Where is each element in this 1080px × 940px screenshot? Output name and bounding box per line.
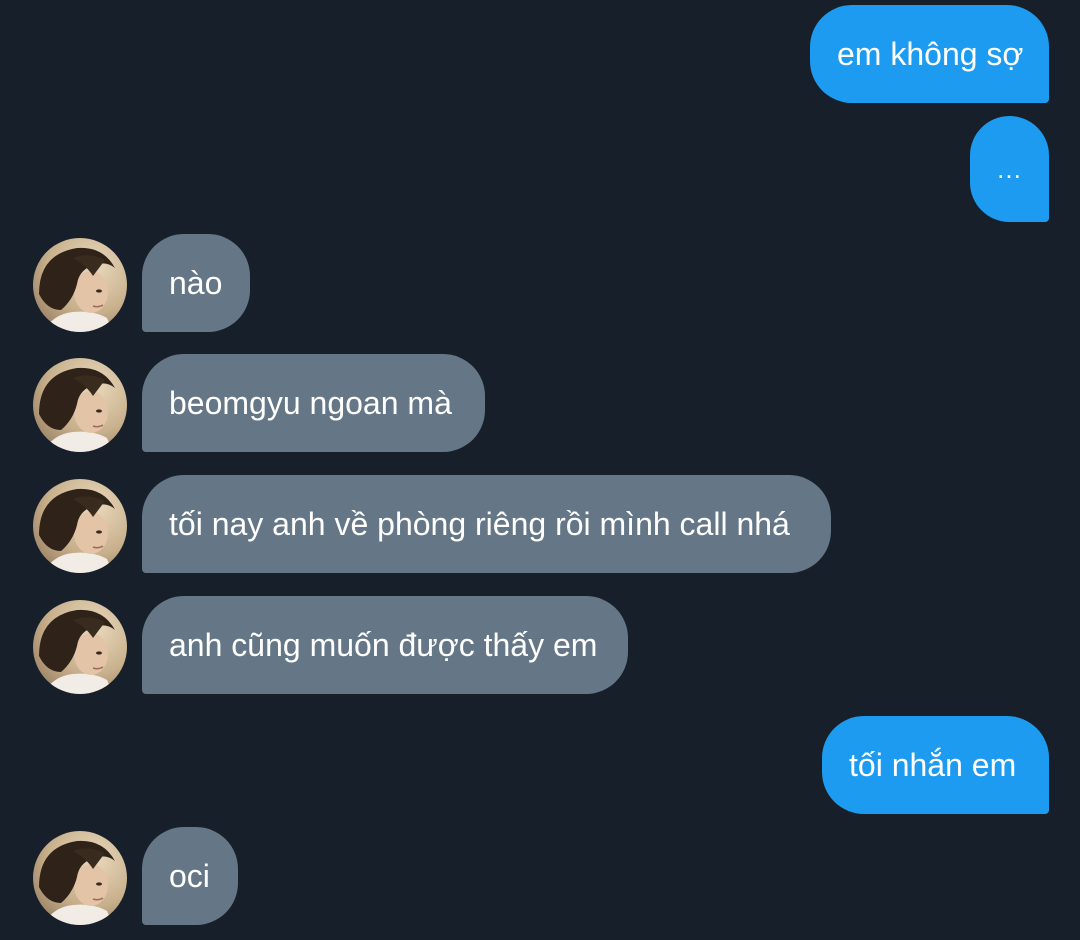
avatar-image: [33, 358, 127, 452]
contact-avatar[interactable]: [33, 479, 127, 573]
contact-avatar[interactable]: [33, 358, 127, 452]
message-text: anh cũng muốn được thấy em: [169, 627, 598, 663]
avatar-image: [33, 831, 127, 925]
received-message-bubble[interactable]: nào: [142, 234, 250, 332]
message-text: tối nhắn em: [849, 747, 1017, 783]
sent-message-bubble[interactable]: ...: [970, 116, 1049, 222]
sent-message-bubble[interactable]: em không sợ: [810, 5, 1049, 103]
contact-avatar[interactable]: [33, 238, 127, 332]
avatar-image: [33, 479, 127, 573]
received-message-bubble[interactable]: anh cũng muốn được thấy em: [142, 596, 628, 694]
message-text: ...: [997, 154, 1022, 184]
received-message-bubble[interactable]: tối nay anh về phòng riêng rồi mình call…: [142, 475, 831, 573]
received-message-bubble[interactable]: beomgyu ngoan mà: [142, 354, 485, 452]
sent-message-bubble[interactable]: tối nhắn em: [822, 716, 1049, 814]
message-text: oci: [169, 858, 210, 894]
contact-avatar[interactable]: [33, 831, 127, 925]
received-message-bubble[interactable]: oci: [142, 827, 238, 925]
message-text: beomgyu ngoan mà: [169, 385, 452, 421]
avatar-image: [33, 238, 127, 332]
contact-avatar[interactable]: [33, 600, 127, 694]
message-text: em không sợ: [837, 36, 1024, 72]
message-text: nào: [169, 265, 223, 301]
message-text: tối nay anh về phòng riêng rồi mình call…: [169, 506, 790, 542]
avatar-image: [33, 600, 127, 694]
